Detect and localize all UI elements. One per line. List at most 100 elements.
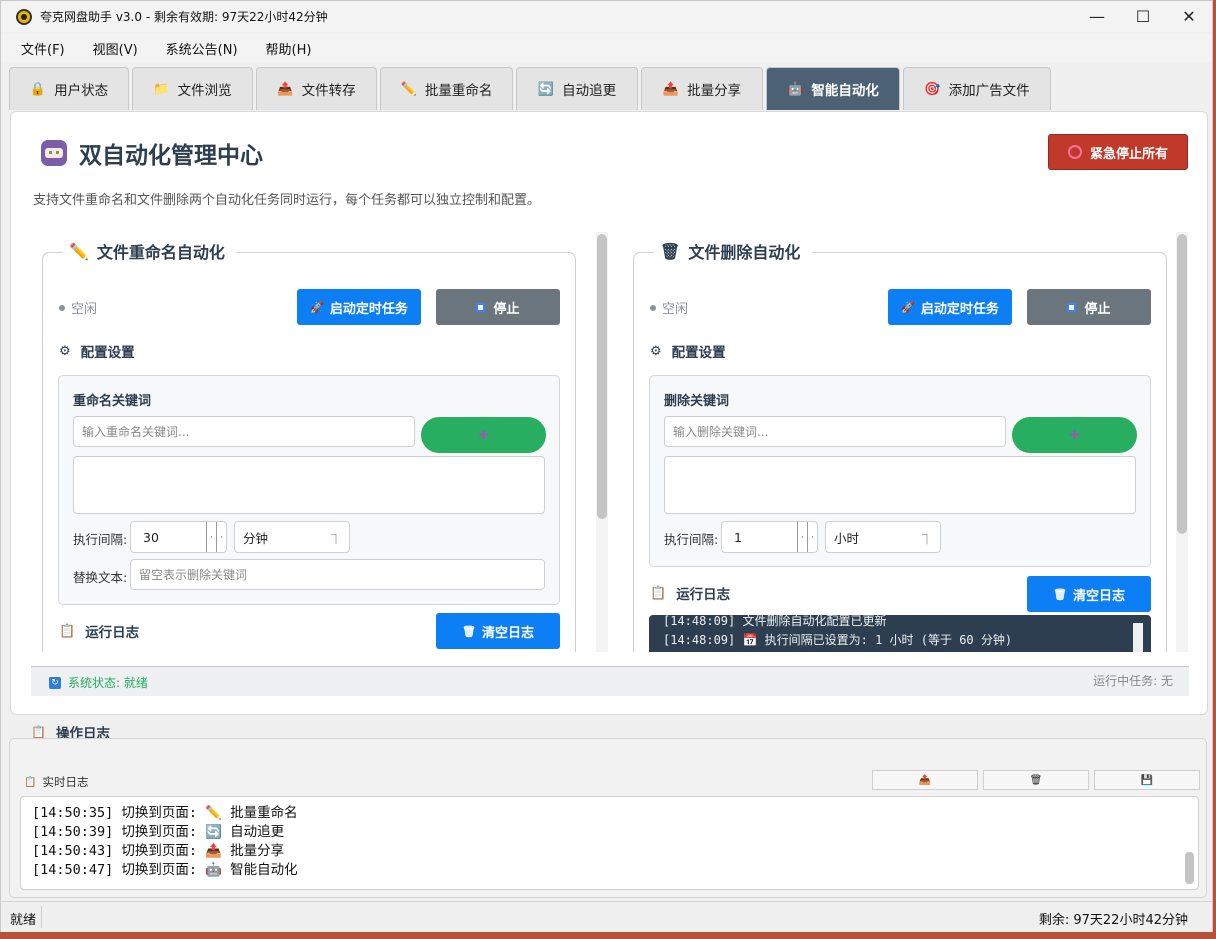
clipboard-icon: 📋 — [24, 776, 37, 788]
tab-file-transfer[interactable]: 📤 文件转存 — [256, 67, 377, 110]
minimize-button[interactable]: — — [1074, 1, 1120, 32]
delete-config-title: ⚙ 配置设置 — [650, 341, 726, 362]
spin-down-icon[interactable]: · — [797, 522, 807, 552]
scroll-thumb[interactable] — [1185, 852, 1194, 884]
tab-user-status[interactable]: 🔒 用户状态 — [9, 67, 129, 110]
rename-keyword-list[interactable] — [73, 456, 545, 514]
delete-stop-button[interactable]: 停止 — [1027, 289, 1151, 325]
log-line: [14:48:09] 📅 执行间隔已设置为: 1 小时 (等于 60 分钟) — [663, 633, 1013, 647]
rename-keyword-input[interactable]: 输入重命名关键词... — [73, 416, 415, 447]
chevron-down-icon: ⏋ — [922, 535, 932, 546]
rename-status-text: 空闲 — [71, 302, 98, 317]
tab-label: 批量分享 — [687, 83, 742, 99]
rename-add-keyword-button[interactable]: ✚ — [421, 417, 546, 453]
menu-announcement[interactable]: 系统公告(N) — [166, 39, 238, 58]
log-line: [14:48:09] 文件删除自动化配置已更新 — [663, 615, 887, 628]
tab-add-ad-file[interactable]: 🎯 添加广告文件 — [903, 67, 1051, 110]
start-label: 启动定时任务 — [920, 301, 999, 317]
rename-interval-label: 执行间隔: — [73, 532, 128, 547]
clear-log-label: 清空日志 — [1072, 588, 1125, 604]
tab-file-browse[interactable]: 📁 文件浏览 — [132, 67, 253, 110]
status-dot-icon — [59, 304, 65, 311]
spin-down-icon[interactable]: · — [206, 522, 216, 552]
realtime-log-label: 📋 实时日志 — [24, 774, 88, 790]
clipboard-icon: 📋 — [59, 623, 76, 639]
rename-title-text: 文件重命名自动化 — [96, 243, 225, 262]
trash-icon: 🗑 — [1029, 774, 1043, 786]
refresh-icon: ↻ — [49, 676, 61, 689]
start-label: 启动定时任务 — [329, 301, 408, 317]
tab-label: 智能自动化 — [811, 83, 879, 99]
gear-icon: ⚙ — [59, 343, 71, 359]
delete-title-text: 文件删除自动化 — [688, 243, 801, 262]
delete-scrollbar[interactable] — [1176, 232, 1188, 652]
delete-keyword-label: 删除关键词 — [664, 394, 730, 409]
rename-interval-unit-select[interactable]: 分钟 ⏋ — [234, 521, 350, 553]
maximize-button[interactable]: ☐ — [1120, 1, 1166, 32]
log-line: [14:50:43] 切换到页面: 📤 批量分享 — [32, 843, 285, 859]
rename-config-title: ⚙ 配置设置 — [59, 341, 135, 362]
clear-oplog-button[interactable]: 🗑 — [983, 770, 1089, 790]
delete-log-output[interactable]: [14:48:09] 文件删除自动化配置已更新 [14:48:09] 📅 执行间… — [649, 615, 1151, 652]
delete-interval-label: 执行间隔: — [664, 532, 719, 547]
menu-help[interactable]: 帮助(H) — [266, 39, 312, 58]
tab-smart-automation[interactable]: 🤖 智能自动化 — [766, 67, 900, 110]
gear-icon: ⚙ — [650, 343, 662, 359]
scroll-thumb[interactable] — [597, 234, 607, 519]
tab-label: 添加广告文件 — [948, 83, 1030, 99]
delete-interval-spinbox[interactable]: 1 · · — [721, 521, 818, 553]
outbox-icon: 📤 — [277, 81, 294, 97]
log-scroll-thumb[interactable] — [1133, 623, 1143, 652]
system-status-bar: ↻ 系统状态: 就绪 运行中任务: 无 — [31, 666, 1189, 696]
menu-view[interactable]: 视图(V) — [93, 39, 138, 58]
rename-replace-input[interactable]: 留空表示删除关键词 — [130, 559, 545, 590]
tab-label: 批量重命名 — [424, 83, 493, 99]
tab-batch-share[interactable]: 📤 批量分享 — [641, 67, 763, 110]
chevron-down-icon: ⏋ — [331, 535, 341, 546]
tab-label: 用户状态 — [54, 83, 109, 99]
target-icon: 🎯 — [924, 81, 941, 97]
config-title-text: 配置设置 — [671, 345, 726, 361]
rename-clear-log-button[interactable]: 🗑 清空日志 — [436, 613, 560, 649]
save-log-button[interactable]: 💾 — [1094, 770, 1200, 790]
spin-up-icon[interactable]: · — [216, 522, 226, 552]
rename-log-title: 📋 运行日志 — [59, 621, 139, 642]
tab-auto-follow[interactable]: 🔄 自动追更 — [516, 67, 638, 110]
spin-arrows[interactable]: · · — [797, 522, 817, 552]
rocket-icon: 🚀 — [310, 300, 324, 314]
menu-file[interactable]: 文件(F) — [21, 39, 65, 58]
rename-start-button[interactable]: 🚀 启动定时任务 — [297, 289, 421, 325]
interval-unit-value: 分钟 — [243, 530, 269, 546]
delete-keyword-list[interactable] — [664, 456, 1136, 514]
delete-clear-log-button[interactable]: 🗑 清空日志 — [1027, 576, 1151, 612]
delete-interval-unit-select[interactable]: 小时 ⏋ — [825, 521, 941, 553]
spin-up-icon[interactable]: · — [807, 522, 817, 552]
status-bar: 就绪 剩余: 97天22小时42分钟 — [1, 901, 1212, 932]
delete-add-keyword-button[interactable]: ✚ — [1012, 417, 1137, 453]
operation-log-output[interactable]: [14:50:35] 切换到页面: ✏️ 批量重命名 [14:50:39] 切换… — [20, 796, 1199, 890]
delete-keyword-input[interactable]: 输入删除关键词... — [664, 416, 1006, 447]
emergency-stop-button[interactable]: 紧急停止所有 — [1048, 134, 1188, 170]
rename-stop-button[interactable]: 停止 — [436, 289, 560, 325]
delete-status: 空闲 — [650, 298, 688, 317]
scroll-thumb[interactable] — [1177, 234, 1187, 534]
stop-square-icon — [476, 302, 486, 312]
clipboard-icon: 📋 — [31, 725, 46, 739]
automation-panel: 双自动化管理中心 紧急停止所有 支持文件重命名和文件删除两个自动化任务同时运行，… — [10, 111, 1208, 715]
system-status-text: 系统状态: 就绪 — [68, 676, 148, 690]
tab-batch-rename[interactable]: ✏️ 批量重命名 — [380, 67, 513, 110]
operation-log-panel: 📋 实时日志 📤 🗑 💾 [14:50:35] 切换到页面: ✏️ 批量重命名 [… — [9, 738, 1207, 898]
rename-keyword-label: 重命名关键词 — [73, 394, 152, 409]
pencil-icon: ✏️ — [69, 241, 89, 261]
spin-arrows[interactable]: · · — [206, 522, 226, 552]
rename-interval-spinbox[interactable]: 30 · · — [130, 521, 227, 553]
tab-label: 自动追更 — [562, 83, 617, 99]
rename-scrollbar[interactable] — [596, 232, 608, 652]
delete-start-button[interactable]: 🚀 启动定时任务 — [888, 289, 1012, 325]
stop-label: 停止 — [1084, 301, 1111, 317]
trash-icon: 🗑 — [1053, 587, 1067, 601]
tab-bar: 🔒 用户状态 📁 文件浏览 📤 文件转存 ✏️ 批量重命名 🔄 自动追更 📤 批量分享 🤖 智… — [9, 67, 1054, 110]
config-title-text: 配置设置 — [80, 345, 135, 361]
close-button[interactable]: ✕ — [1166, 1, 1212, 32]
export-log-button[interactable]: 📤 — [872, 770, 978, 790]
